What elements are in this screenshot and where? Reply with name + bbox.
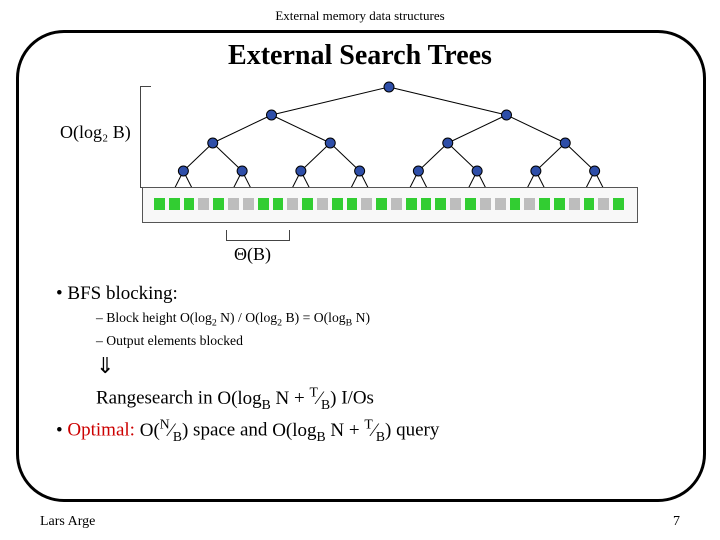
- optimal-query-formula: O(logB N + T⁄B): [272, 420, 391, 441]
- leaf-cell: [243, 198, 254, 210]
- rangesearch-formula: O(logB N + T⁄B): [217, 388, 336, 409]
- block-height-label: Block height: [106, 310, 176, 325]
- leaf-cell: [273, 198, 284, 210]
- theta-bracket: [226, 230, 290, 241]
- leaf-cell: [465, 198, 476, 210]
- bullet-optimal: Optimal: O(N⁄B) space and O(logB N + T⁄B…: [56, 414, 676, 446]
- leaf-cell: [169, 198, 180, 210]
- leaf-cell: [569, 198, 580, 210]
- bullet-bfs: BFS blocking:: [56, 280, 676, 308]
- leaf-cell: [584, 198, 595, 210]
- leaf-cell: [554, 198, 565, 210]
- slide-title: External Search Trees: [0, 40, 720, 72]
- leaf-cell: [287, 198, 298, 210]
- math-theta-b: Θ(B): [234, 244, 271, 265]
- leaf-cell: [154, 198, 165, 210]
- leaf-cell: [184, 198, 195, 210]
- leaf-cell: [347, 198, 358, 210]
- leaf-cell: [598, 198, 609, 210]
- leaf-cell: [361, 198, 372, 210]
- optimal-label: Optimal:: [67, 420, 135, 441]
- leaf-cell: [332, 198, 343, 210]
- leaf-cell: [421, 198, 432, 210]
- leaf-cell: [435, 198, 446, 210]
- bullet-block-height: Block height O(log2 N) / O(log2 B) = O(l…: [56, 308, 676, 331]
- optimal-mid: space and: [188, 420, 272, 441]
- leaf-cell: [406, 198, 417, 210]
- tree-diagram: [80, 82, 640, 242]
- leaf-cell: [524, 198, 535, 210]
- footer-page: 7: [673, 514, 680, 530]
- optimal-end: query: [391, 420, 439, 441]
- leaf-cell: [510, 198, 521, 210]
- leaf-cell: [613, 198, 624, 210]
- leaf-cell: [258, 198, 269, 210]
- leaf-blocks: [154, 198, 624, 210]
- leaf-cell: [480, 198, 491, 210]
- rangesearch-suffix: I/Os: [336, 388, 373, 409]
- leaf-cell: [302, 198, 313, 210]
- optimal-space-formula: O(N⁄B): [140, 420, 189, 441]
- bullet-arrow: ⇓: [56, 350, 676, 382]
- leaf-cell: [450, 198, 461, 210]
- leaf-cell: [198, 198, 209, 210]
- rangesearch-prefix: Rangesearch in: [96, 388, 217, 409]
- footer-author: Lars Arge: [40, 514, 95, 530]
- leaf-cell: [317, 198, 328, 210]
- leaf-cell: [228, 198, 239, 210]
- leaf-cell: [391, 198, 402, 210]
- header-text: External memory data structures: [0, 8, 720, 24]
- leaf-cell: [213, 198, 224, 210]
- leaf-cell: [495, 198, 506, 210]
- bullet-output-blocked: Output elements blocked: [56, 331, 676, 351]
- block-height-formula: O(log2 N) / O(log2 B) = O(logB N): [180, 310, 370, 325]
- bullet-rangesearch: Rangesearch in O(logB N + T⁄B) I/Os: [56, 382, 676, 414]
- leaf-cell: [376, 198, 387, 210]
- leaf-cell: [539, 198, 550, 210]
- bullet-list: BFS blocking: Block height O(log2 N) / O…: [56, 280, 676, 446]
